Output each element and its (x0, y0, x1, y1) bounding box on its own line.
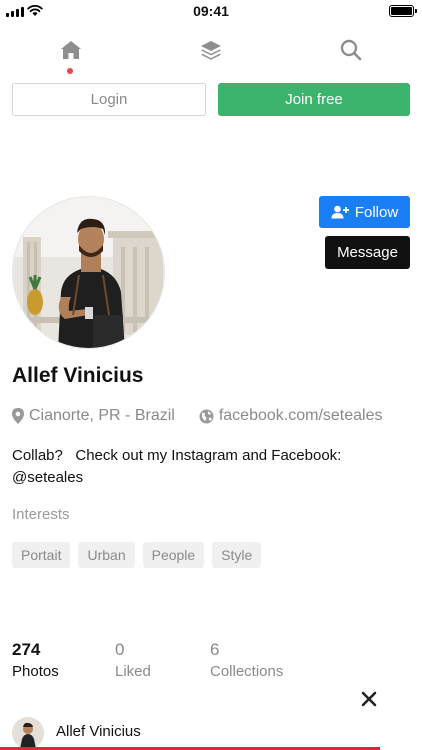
bottom-user-bar[interactable]: Allef Vinicius (0, 712, 422, 750)
location-pin-icon (12, 408, 24, 424)
login-button[interactable]: Login (12, 83, 206, 116)
location: Cianorte, PR - Brazil (12, 407, 175, 425)
stat-value: 0 (115, 640, 125, 659)
stat-liked[interactable]: 0 Liked (115, 640, 210, 682)
follow-label: Follow (354, 203, 399, 221)
active-tab-indicator (67, 68, 73, 74)
bottom-user-name: Allef Vinicius (56, 723, 141, 740)
message-button[interactable]: Message (325, 236, 410, 269)
profile-meta: Cianorte, PR - Brazil facebook.com/setea… (12, 407, 382, 425)
profile-bio: Collab? Check out my Instagram and Faceb… (12, 445, 402, 489)
add-user-icon (331, 205, 349, 219)
stat-value: 6 (210, 640, 220, 659)
interest-tag[interactable]: Style (212, 542, 262, 568)
interest-tag[interactable]: Urban (78, 542, 135, 568)
profile-name: Allef Vinicius (12, 364, 144, 387)
stat-value: 274 (12, 640, 41, 659)
globe-icon (199, 409, 214, 423)
close-icon (361, 691, 377, 707)
profile-avatar (12, 196, 165, 349)
layers-icon[interactable] (197, 36, 225, 64)
top-nav (0, 36, 422, 76)
status-time: 09:41 (193, 3, 229, 19)
website-link[interactable]: facebook.com/seteales (219, 407, 383, 425)
search-icon[interactable] (337, 36, 365, 64)
battery-icon (389, 5, 417, 17)
bio-line-2: @seteales (12, 469, 84, 486)
interest-tag[interactable]: People (142, 542, 205, 568)
auth-buttons: Login Join free (12, 83, 410, 116)
close-button[interactable] (359, 689, 379, 709)
stat-label: Liked (115, 663, 151, 680)
interest-tags: Portait Urban People Style (12, 542, 262, 568)
profile-stats: 274 Photos 0 Liked 6 Collections (12, 640, 283, 682)
join-free-button[interactable]: Join free (218, 83, 410, 116)
bio-line-1: Collab? Check out my Instagram and Faceb… (12, 447, 342, 464)
stat-collections[interactable]: 6 Collections (210, 640, 283, 682)
stat-label: Collections (210, 663, 284, 680)
website[interactable]: facebook.com/seteales (199, 407, 383, 425)
status-bar: 09:41 (0, 0, 422, 22)
stat-label: Photos (12, 663, 59, 680)
interest-tag[interactable]: Portait (12, 542, 71, 568)
interests-heading: Interests (12, 506, 70, 523)
follow-button[interactable]: Follow (319, 196, 410, 228)
home-icon[interactable] (57, 36, 85, 64)
mini-avatar (12, 717, 44, 749)
stat-photos[interactable]: 274 Photos (12, 640, 115, 682)
location-text: Cianorte, PR - Brazil (29, 407, 175, 424)
